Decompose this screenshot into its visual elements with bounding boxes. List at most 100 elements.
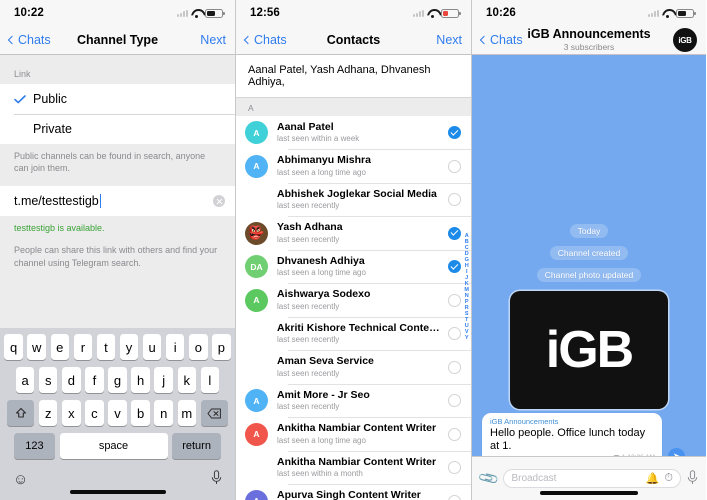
contact-name: Dhvanesh Adhiya xyxy=(277,254,365,267)
key-d[interactable]: d xyxy=(62,367,81,393)
list-item[interactable]: Abhishek Joglekar Social Media last seen… xyxy=(236,183,471,217)
list-item[interactable]: A Aanal Patel last seen within a week xyxy=(236,116,471,150)
bell-icon[interactable]: 🔔 xyxy=(646,472,660,485)
selection-checkbox[interactable] xyxy=(448,260,461,274)
key-n[interactable]: n xyxy=(154,400,173,426)
microphone-icon[interactable] xyxy=(211,470,222,489)
clear-icon[interactable] xyxy=(213,195,225,208)
avatar: A xyxy=(245,121,268,145)
key-z[interactable]: z xyxy=(38,400,58,426)
battery-icon xyxy=(676,8,696,18)
list-item[interactable]: Akriti Kishore Technical Conten... last … xyxy=(236,317,471,351)
paperclip-icon[interactable]: 📎 xyxy=(477,467,501,491)
emoji-icon[interactable]: ☺ xyxy=(13,471,28,488)
selection-checkbox[interactable] xyxy=(448,226,461,240)
key-e[interactable]: e xyxy=(50,334,70,360)
list-item[interactable]: Ankitha Nambiar Content Writer last seen… xyxy=(236,451,471,485)
selection-checkbox[interactable] xyxy=(448,293,461,307)
key-g[interactable]: g xyxy=(108,367,127,393)
space-key[interactable]: space xyxy=(59,433,168,459)
avatar: A xyxy=(245,389,268,413)
signal-icon xyxy=(177,9,188,17)
back-button[interactable]: Chats xyxy=(479,33,523,47)
service-messages: Today Channel created Channel photo upda… xyxy=(472,55,706,287)
wifi-icon xyxy=(191,9,202,18)
back-button[interactable]: Chats xyxy=(7,33,51,47)
avatar: A xyxy=(245,422,268,446)
selection-checkbox[interactable] xyxy=(448,126,461,140)
key-s[interactable]: s xyxy=(38,367,58,393)
key-a[interactable]: a xyxy=(15,367,35,393)
selected-contacts-field[interactable]: Aanal Patel, Yash Adhana, Dhvanesh Adhiy… xyxy=(236,55,471,98)
panel-channel-type: 10:22 Chats Channel Type Next Link Publi… xyxy=(0,0,236,500)
selection-checkbox[interactable] xyxy=(448,494,461,500)
key-m[interactable]: m xyxy=(177,400,197,426)
service-message-today: Today xyxy=(569,224,609,238)
selection-checkbox[interactable] xyxy=(448,461,461,475)
panel-channel-chat: 10:26 Chats iGB Announcements 3 subscrib… xyxy=(472,0,706,500)
option-private[interactable]: Private xyxy=(0,114,235,144)
photo-message[interactable]: iGB xyxy=(510,291,668,409)
shift-icon[interactable] xyxy=(7,400,35,426)
contact-status: last seen recently xyxy=(277,234,340,244)
selection-checkbox[interactable] xyxy=(448,394,461,408)
channel-title: iGB Announcements xyxy=(527,27,651,42)
list-item[interactable]: Aman Seva Service last seen recently xyxy=(236,351,471,385)
selection-checkbox[interactable] xyxy=(448,327,461,341)
key-i[interactable]: i xyxy=(165,334,185,360)
broadcast-placeholder: Broadcast xyxy=(511,473,557,484)
wifi-icon xyxy=(427,9,438,18)
selection-checkbox[interactable] xyxy=(448,427,461,441)
next-button[interactable]: Next xyxy=(436,33,462,47)
key-h[interactable]: h xyxy=(131,367,150,393)
list-item[interactable]: A Aishwarya Sodexo last seen recently xyxy=(236,284,471,318)
key-y[interactable]: y xyxy=(119,334,139,360)
key-u[interactable]: u xyxy=(142,334,162,360)
link-input-row[interactable]: t.me/testtestigb xyxy=(0,186,235,217)
key-c[interactable]: c xyxy=(85,400,104,426)
key-v[interactable]: v xyxy=(108,400,127,426)
next-button[interactable]: Next xyxy=(200,33,226,47)
key-p[interactable]: p xyxy=(212,334,231,360)
list-item[interactable]: A Ankitha Nambiar Content Writer last se… xyxy=(236,418,471,452)
list-item[interactable]: 👺 Yash Adhana last seen recently xyxy=(236,217,471,251)
broadcast-input[interactable]: Broadcast 🔔 ⏱ xyxy=(503,469,681,488)
list-item[interactable]: A Amit More - Jr Seo last seen recently xyxy=(236,384,471,418)
key-x[interactable]: x xyxy=(62,400,81,426)
status-bar: 10:26 xyxy=(472,0,706,26)
numbers-key[interactable]: 123 xyxy=(13,433,55,459)
microphone-icon[interactable] xyxy=(687,469,698,488)
list-item[interactable]: A Abhimanyu Mishra last seen a long time… xyxy=(236,150,471,184)
key-q[interactable]: q xyxy=(4,334,23,360)
key-k[interactable]: k xyxy=(177,367,197,393)
service-message-created: Channel created xyxy=(549,246,629,260)
list-item[interactable]: A Apurva Singh Content Writer last seen … xyxy=(236,485,471,500)
return-key[interactable]: return xyxy=(172,433,222,459)
list-item[interactable]: DA Dhvanesh Adhiya last seen a long time… xyxy=(236,250,471,284)
index-letter[interactable]: Y xyxy=(465,335,469,342)
option-public[interactable]: Public xyxy=(0,84,235,114)
link-input[interactable]: t.me/testtestigb xyxy=(14,194,99,208)
contact-name: Aman Seva Service xyxy=(277,355,374,368)
key-b[interactable]: b xyxy=(131,400,150,426)
key-l[interactable]: l xyxy=(200,367,220,393)
avatar: A xyxy=(245,288,268,312)
selection-checkbox[interactable] xyxy=(448,360,461,374)
channel-avatar[interactable]: iGB xyxy=(673,28,697,52)
contact-name: Yash Adhana xyxy=(277,221,343,234)
selection-checkbox[interactable] xyxy=(448,193,461,207)
back-button[interactable]: Chats xyxy=(243,33,287,47)
key-j[interactable]: j xyxy=(154,367,173,393)
key-w[interactable]: w xyxy=(27,334,46,360)
clock-icon[interactable]: ⏱ xyxy=(664,472,673,485)
key-r[interactable]: r xyxy=(73,334,93,360)
selection-checkbox[interactable] xyxy=(448,159,461,173)
backspace-icon[interactable] xyxy=(200,400,228,426)
key-f[interactable]: f xyxy=(85,367,104,393)
contact-status: last seen a long time ago xyxy=(277,435,366,445)
contact-name: Aishwarya Sodexo xyxy=(277,288,371,301)
key-o[interactable]: o xyxy=(189,334,208,360)
alphabet-index[interactable]: A B C D G H I J K M N P R S T U V Y xyxy=(464,233,469,342)
key-t[interactable]: t xyxy=(96,334,116,360)
keyboard-row-2: a s d f g h j k l xyxy=(0,367,235,393)
